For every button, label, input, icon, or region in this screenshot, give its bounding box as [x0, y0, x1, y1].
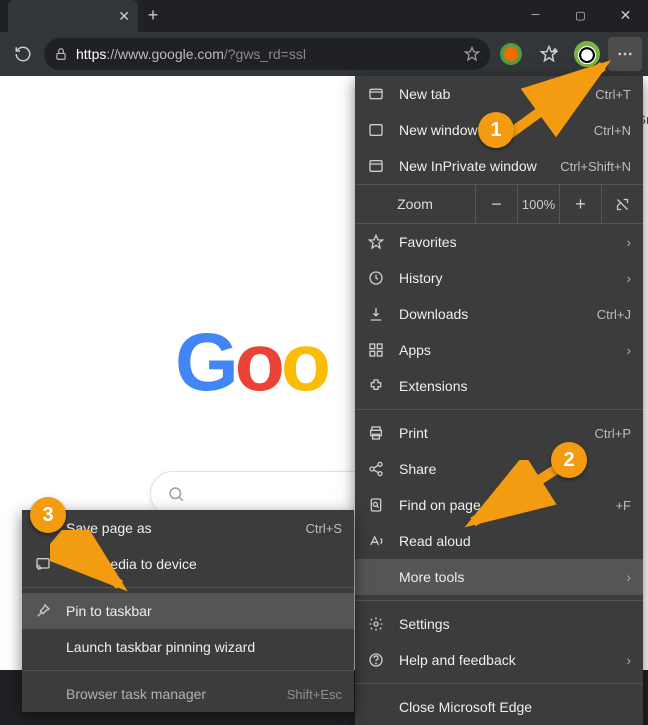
zoom-in-button[interactable]: +: [559, 184, 601, 224]
chevron-right-icon: ›: [626, 234, 631, 250]
print-icon: [367, 425, 385, 441]
downloads-icon: [367, 306, 385, 322]
lock-icon: [54, 47, 68, 61]
chevron-right-icon: ›: [626, 569, 631, 585]
menu-label: Launch taskbar pinning wizard: [66, 639, 342, 655]
menu-favorites[interactable]: Favorites ›: [355, 224, 643, 260]
submenu-launch-wizard[interactable]: Launch taskbar pinning wizard: [22, 629, 354, 665]
menu-help[interactable]: Help and feedback ›: [355, 642, 643, 678]
menu-label: Browser task manager: [66, 686, 273, 702]
new-tab-icon: [367, 86, 385, 102]
chevron-right-icon: ›: [626, 342, 631, 358]
zoom-row: Zoom − 100% +: [355, 184, 643, 224]
menu-separator: [22, 670, 354, 671]
menu-label: More tools: [399, 569, 612, 585]
annotation-badge-3: 3: [30, 497, 66, 533]
url-text: https://www.google.com/?gws_rd=ssl: [76, 46, 306, 62]
menu-label: Help and feedback: [399, 652, 612, 668]
chevron-right-icon: ›: [626, 270, 631, 286]
annotation-badge-2: 2: [551, 442, 587, 478]
menu-label: Extensions: [399, 378, 631, 394]
annotation-arrow-3: [50, 530, 150, 610]
minimize-button[interactable]: ─: [513, 0, 558, 30]
menu-history[interactable]: History ›: [355, 260, 643, 296]
inprivate-icon: [367, 158, 385, 174]
shortcut-text: +F: [615, 498, 631, 513]
browser-tab[interactable]: ✕: [8, 0, 138, 32]
new-window-icon: [367, 122, 385, 138]
find-icon: [367, 497, 385, 513]
main-menu: New tab Ctrl+T New window Ctrl+N New InP…: [355, 76, 643, 725]
shortcut-text: Ctrl+P: [595, 426, 631, 441]
submenu-task-manager[interactable]: Browser task manager Shift+Esc: [22, 676, 354, 712]
annotation-arrow-1: [418, 56, 618, 156]
menu-separator: [355, 683, 643, 684]
menu-label: History: [399, 270, 612, 286]
annotation-badge-1: 1: [478, 112, 514, 148]
read-aloud-icon: [367, 533, 385, 549]
zoom-label: Zoom: [355, 196, 475, 212]
menu-apps[interactable]: Apps ›: [355, 332, 643, 368]
help-icon: [367, 652, 385, 668]
menu-separator: [355, 600, 643, 601]
menu-settings[interactable]: Settings: [355, 606, 643, 642]
menu-separator: [355, 409, 643, 410]
menu-label: New InPrivate window: [399, 158, 546, 174]
menu-close-edge[interactable]: Close Microsoft Edge: [355, 689, 643, 725]
close-window-button[interactable]: ✕: [603, 0, 648, 30]
close-tab-icon[interactable]: ✕: [118, 8, 130, 25]
menu-label: Close Microsoft Edge: [399, 699, 631, 715]
menu-extensions[interactable]: Extensions: [355, 368, 643, 404]
chevron-right-icon: ›: [626, 652, 631, 668]
zoom-out-button[interactable]: −: [475, 184, 517, 224]
fullscreen-button[interactable]: [601, 184, 643, 224]
share-icon: [367, 461, 385, 477]
menu-label: Downloads: [399, 306, 583, 322]
menu-label: Apps: [399, 342, 612, 358]
google-logo: Goo: [175, 316, 327, 410]
favorites-icon: [367, 234, 385, 250]
titlebar: ✕ + ─ ▢ ✕: [0, 0, 648, 32]
shortcut-text: Ctrl+Shift+N: [560, 159, 631, 174]
menu-label: Settings: [399, 616, 631, 632]
shortcut-text: Ctrl+S: [306, 521, 342, 536]
shortcut-text: Shift+Esc: [287, 687, 342, 702]
menu-downloads[interactable]: Downloads Ctrl+J: [355, 296, 643, 332]
apps-icon: [367, 342, 385, 358]
zoom-value: 100%: [517, 184, 559, 224]
menu-print[interactable]: Print Ctrl+P: [355, 415, 643, 451]
menu-label: Favorites: [399, 234, 612, 250]
menu-label: Print: [399, 425, 581, 441]
shortcut-text: Ctrl+J: [597, 307, 631, 322]
new-tab-button[interactable]: +: [138, 0, 168, 30]
refresh-button[interactable]: [6, 37, 40, 71]
extensions-icon: [367, 378, 385, 394]
menu-more-tools[interactable]: More tools ›: [355, 559, 643, 595]
window-controls: ─ ▢ ✕: [513, 0, 648, 30]
search-icon: [167, 485, 185, 503]
maximize-button[interactable]: ▢: [558, 0, 603, 30]
history-icon: [367, 270, 385, 286]
settings-icon: [367, 616, 385, 632]
